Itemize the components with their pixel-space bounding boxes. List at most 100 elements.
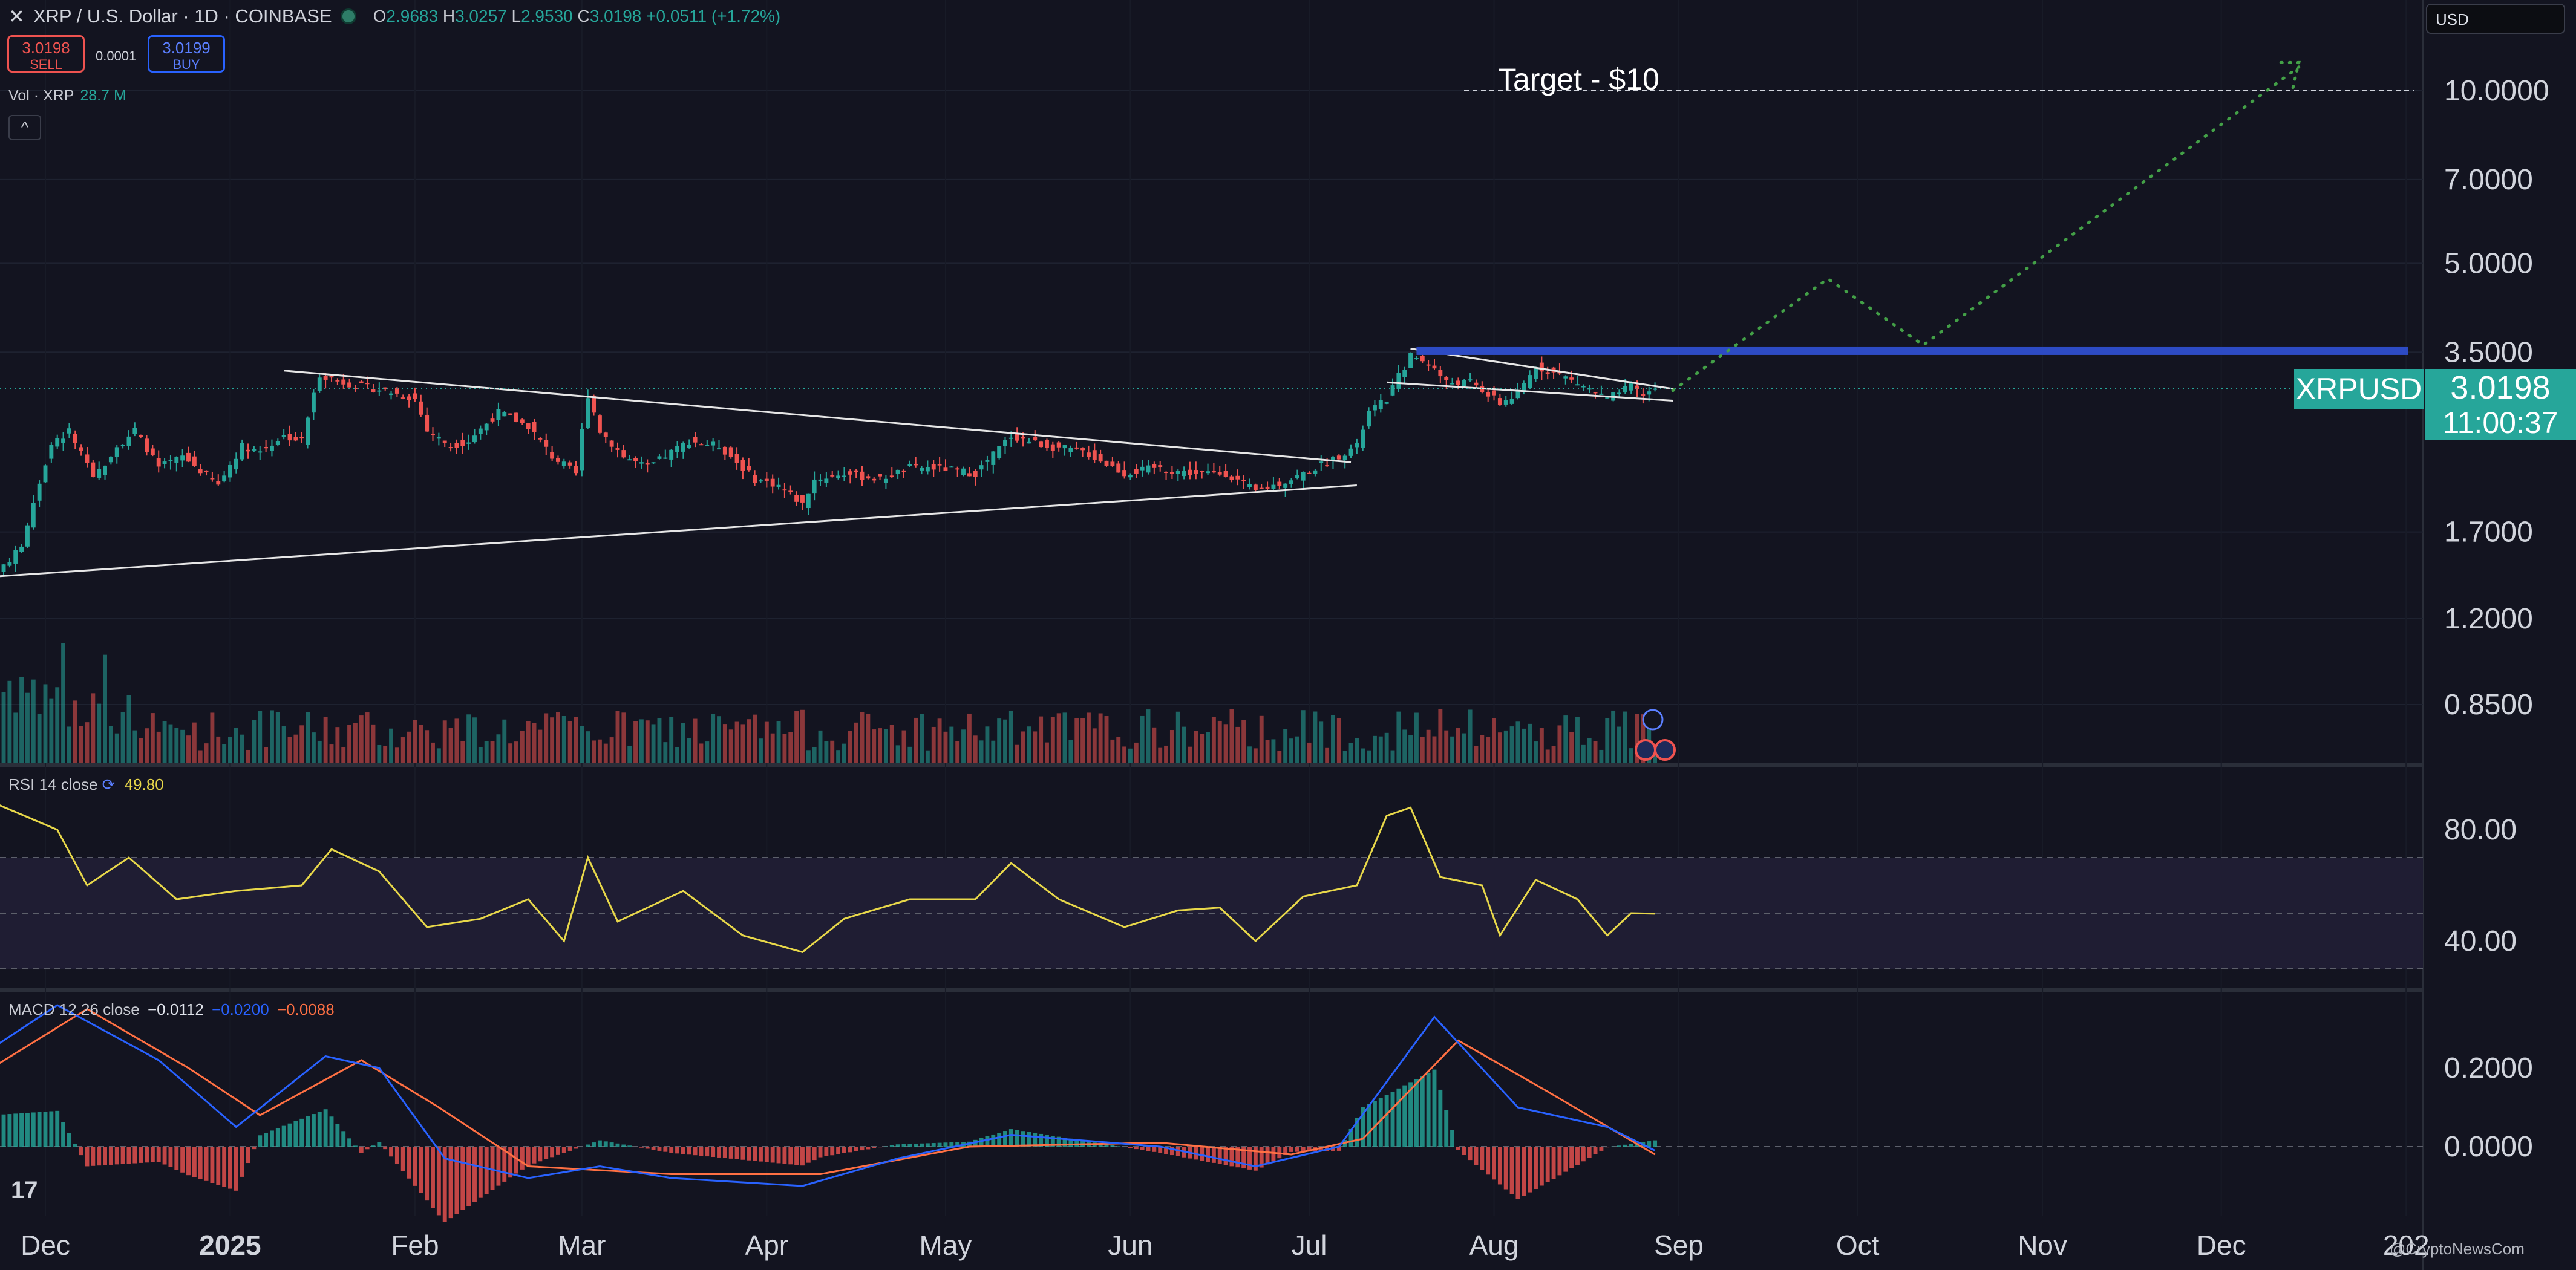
macd-histogram-bar <box>359 1147 364 1153</box>
macd-histogram-bar <box>1456 1147 1460 1150</box>
candle-body <box>168 460 173 461</box>
volume-bar <box>794 711 799 763</box>
rsi-legend[interactable]: RSI 14 close ⟳ 49.80 <box>8 775 164 794</box>
macd-histogram-bar <box>1623 1144 1627 1147</box>
macd-histogram-bar <box>186 1147 191 1176</box>
macd-legend[interactable]: MACD 12 26 close −0.0112 −0.0200 −0.0088 <box>8 1000 335 1019</box>
candle-body <box>1003 440 1007 446</box>
candle-body <box>1295 475 1299 478</box>
projection-path <box>1671 65 2301 392</box>
candle-body <box>687 444 691 448</box>
candle-body <box>907 464 912 467</box>
candle-body <box>1271 484 1276 489</box>
candle-body <box>1056 442 1061 448</box>
candle-body <box>937 464 942 466</box>
buy-button[interactable]: 3.0199 BUY <box>148 35 225 73</box>
volume-bar <box>19 677 24 763</box>
candle-body <box>830 475 835 477</box>
volume-bar <box>734 721 739 763</box>
volume-bar <box>1033 731 1038 763</box>
macd-histogram-bar <box>1396 1088 1401 1147</box>
volume-bar <box>1414 712 1419 763</box>
macd-histogram-bar <box>788 1147 793 1165</box>
candle-body <box>1182 471 1186 477</box>
time-tick-label: Sep <box>1654 1229 1704 1261</box>
candle-body <box>717 448 721 450</box>
candle-body <box>1021 437 1025 439</box>
macd-histogram-bar <box>1509 1147 1514 1194</box>
volume-legend[interactable]: Vol · XRP 28.7 M <box>8 87 126 105</box>
volume-bar <box>836 750 841 763</box>
macd-histogram-bar <box>1384 1095 1389 1147</box>
candle-body <box>1110 461 1115 466</box>
macd-histogram-bar <box>1134 1147 1139 1150</box>
volume-bar <box>1134 742 1139 763</box>
volume-bar <box>1336 718 1341 763</box>
volume-bar <box>824 741 829 763</box>
macd-histogram-bar <box>1432 1069 1437 1147</box>
sell-button[interactable]: 3.0198 SELL <box>7 35 85 73</box>
macd-histogram-bar <box>1206 1147 1210 1162</box>
macd-histogram-bar <box>1289 1147 1293 1152</box>
macd-histogram-bar <box>436 1147 441 1216</box>
volume-bar <box>389 728 393 763</box>
volume-bar <box>460 741 465 763</box>
candle-body <box>1200 471 1205 472</box>
candle-body <box>1575 384 1580 386</box>
macd-histogram-bar <box>860 1147 865 1151</box>
candle-body <box>1015 433 1019 441</box>
candle-body <box>663 457 668 459</box>
volume-bar <box>258 711 263 763</box>
candle-body <box>1534 368 1538 379</box>
candle-body <box>1426 364 1431 366</box>
macd-histogram-bar <box>394 1147 399 1164</box>
candle-body <box>67 428 71 434</box>
macd-histogram-bar <box>1563 1147 1568 1172</box>
macd-histogram-bar <box>794 1147 799 1165</box>
candle-body <box>61 438 66 443</box>
tradingview-logo-icon[interactable]: 17 <box>11 1177 38 1204</box>
volume-bar <box>567 721 572 763</box>
macd-histogram-bar <box>1480 1147 1485 1170</box>
candle-body <box>734 454 739 463</box>
candle-body <box>955 468 960 470</box>
macd-histogram-bar <box>645 1147 650 1149</box>
volume-bar <box>759 738 763 763</box>
collapse-chevron-icon[interactable]: ^ <box>8 115 41 140</box>
candle-body <box>901 470 906 472</box>
volume-bar <box>681 723 685 763</box>
candle-body <box>550 452 555 459</box>
candle-body <box>400 397 405 399</box>
candle-body <box>329 376 334 378</box>
close-icon[interactable]: ✕ <box>8 5 25 28</box>
currency-select[interactable]: USD <box>2426 4 2565 34</box>
candle-body <box>472 435 477 443</box>
volume-bar <box>961 729 966 763</box>
macd-histogram-bar <box>979 1138 984 1147</box>
macd-histogram-bar <box>1503 1147 1508 1190</box>
volume-bar <box>973 735 978 763</box>
volume-bar <box>25 692 30 763</box>
chart-canvas[interactable]: 0.8500 1.2000 1.7000 3.5000 5.0000 7.0000 10.0… <box>0 0 2576 1270</box>
volume-bar <box>1575 717 1580 763</box>
market-status-icon[interactable] <box>340 8 356 24</box>
macd-histogram-bar <box>1515 1147 1520 1199</box>
candle-body <box>1206 471 1210 474</box>
candle-body <box>1027 441 1031 444</box>
candle-body <box>615 448 620 450</box>
volume-bar <box>1503 730 1508 763</box>
candle-body <box>407 396 411 400</box>
macd-histogram-bar <box>252 1147 257 1150</box>
volume-bar <box>103 654 107 763</box>
volume-bar <box>508 743 513 763</box>
candle-body <box>561 461 566 466</box>
volume-bar <box>580 726 584 763</box>
volume-bar <box>1 692 6 763</box>
candle-body <box>526 423 531 429</box>
macd-histogram-bar <box>609 1142 614 1147</box>
symbol-title[interactable]: XRP / U.S. Dollar · 1D · COINBASE <box>33 5 332 27</box>
macd-histogram-bar <box>1128 1147 1133 1148</box>
volume-bar <box>1188 746 1192 763</box>
buy-price: 3.0199 <box>162 39 211 57</box>
candle-body <box>967 473 972 477</box>
